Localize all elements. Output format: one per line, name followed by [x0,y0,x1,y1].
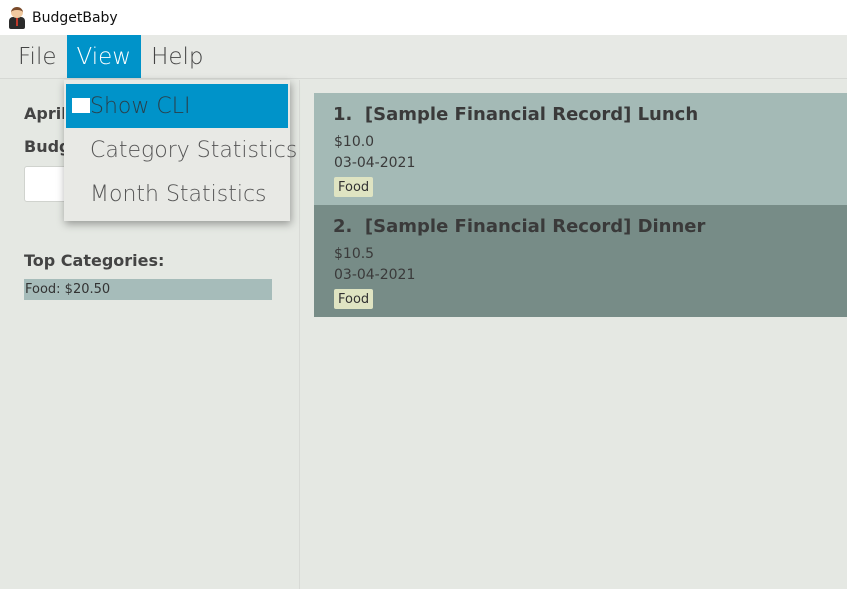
category-bar-food: Food: $20.50 [24,279,272,300]
record-name: [Sample Financial Record] Dinner [364,216,706,237]
boss-baby-icon [8,6,26,29]
record-amount: $10.0 [334,134,375,150]
top-categories-label: Top Categories: [24,251,165,270]
record-name: [Sample Financial Record] Lunch [364,104,699,125]
menu-view[interactable]: View [66,35,142,78]
record-date: 03-04-2021 [334,155,416,171]
record-amount: $10.5 [334,246,375,262]
record-card[interactable]: 2. [Sample Financial Record] Dinner $10.… [314,205,847,317]
menu-item-label: Month Statistics [90,181,267,207]
view-dropdown-menu: Show CLI Category Statistics Month Stati… [64,80,297,221]
menu-item-show-cli[interactable]: Show CLI [66,84,288,128]
record-list[interactable]: 1. [Sample Financial Record] Lunch $10.0… [314,93,847,317]
checkbox-icon[interactable] [72,98,90,113]
menu-item-category-statistics[interactable]: Category Statistics [64,128,297,172]
month-label: April [24,104,67,123]
menu-file[interactable]: File [8,35,67,78]
menu-item-label: Show CLI [90,93,191,119]
window-title: BudgetBaby [32,9,118,26]
category-tag: Food [334,289,374,309]
record-index: 2. [333,216,353,237]
record-card[interactable]: 1. [Sample Financial Record] Lunch $10.0… [314,93,847,205]
record-date: 03-04-2021 [334,267,416,283]
category-tag: Food [334,177,374,197]
menu-help[interactable]: Help [141,35,213,78]
menu-item-month-statistics[interactable]: Month Statistics [64,172,290,216]
record-index: 1. [333,104,353,125]
menu-item-label: Category Statistics [90,137,298,163]
menu-bar: File View Help [0,35,847,79]
title-bar: BudgetBaby [0,0,847,35]
record-title: 1. [Sample Financial Record] Lunch [333,104,698,125]
record-title: 2. [Sample Financial Record] Dinner [333,216,705,237]
